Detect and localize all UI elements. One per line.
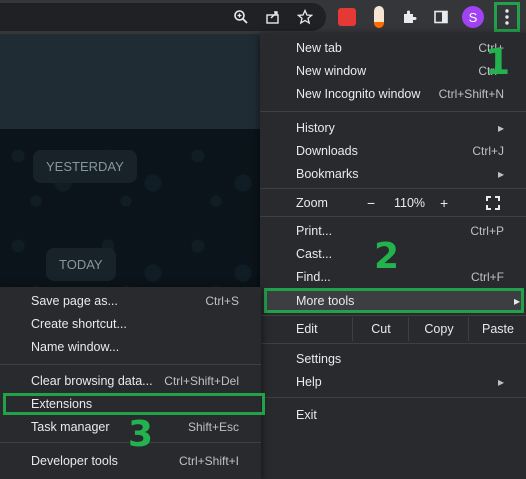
date-divider-today: TODAY <box>46 248 116 281</box>
menu-separator <box>260 111 526 112</box>
menu-label: Clear browsing data... <box>31 373 153 388</box>
zoom-out-button[interactable]: − <box>367 195 375 211</box>
button-label: Paste <box>482 322 514 336</box>
zoom-in-button[interactable]: + <box>440 195 448 211</box>
profile-avatar[interactable]: S <box>462 6 484 28</box>
menu-separator <box>0 364 261 365</box>
menu-more-tools[interactable]: More tools ▸ <box>260 289 526 312</box>
chrome-menu-button[interactable] <box>494 2 520 32</box>
zoom-label: Zoom <box>296 196 328 210</box>
paste-button[interactable]: Paste <box>468 317 526 341</box>
side-panel-icon[interactable] <box>430 6 452 28</box>
menu-label: Save page as... <box>31 293 118 308</box>
shortcut-label: Ctrl+F <box>471 269 504 284</box>
submenu-clear-browsing-data[interactable]: Clear browsing data... Ctrl+Shift+Del <box>0 369 261 392</box>
shortcut-label: Ctrl+P <box>470 223 504 238</box>
shortcut-label: Ctrl+Shift+I <box>178 453 239 468</box>
edit-label: Edit <box>296 322 318 336</box>
menu-edit-row: Edit Cut Copy Paste <box>260 317 526 341</box>
menu-zoom-row: Zoom − 110% + <box>260 191 526 215</box>
shortcut-label: Ctrl+Shift+N <box>438 86 504 101</box>
menu-label: More tools <box>296 293 355 308</box>
menu-label: New window <box>296 63 367 78</box>
menu-bookmarks[interactable]: Bookmarks ▸ <box>260 162 526 185</box>
step-number-3: 3 <box>128 414 154 455</box>
date-divider-yesterday: YESTERDAY <box>33 150 137 183</box>
menu-label: Create shortcut... <box>31 316 127 331</box>
menu-label: Exit <box>296 407 317 422</box>
menu-label: Help <box>296 374 322 389</box>
menu-label: Name window... <box>31 339 120 354</box>
shortcut-label: Ctrl+S <box>205 293 239 308</box>
menu-label: Extensions <box>31 396 93 411</box>
zoom-level: 110% <box>394 196 426 210</box>
menu-label: Settings <box>296 351 342 366</box>
submenu-arrow-icon: ▸ <box>497 120 504 135</box>
bookmark-star-icon[interactable] <box>294 6 316 28</box>
submenu-extensions[interactable]: Extensions <box>0 392 261 415</box>
menu-label: Bookmarks <box>296 166 359 181</box>
browser-toolbar: S <box>0 0 526 35</box>
fullscreen-icon[interactable] <box>486 196 500 213</box>
shortcut-label: Ctrl+Shift+Del <box>164 373 239 388</box>
shortcut-label: Ctrl+J <box>472 143 504 158</box>
menu-help[interactable]: Help ▸ <box>260 370 526 393</box>
menu-exit[interactable]: Exit <box>260 403 526 426</box>
zoom-icon[interactable] <box>230 6 252 28</box>
menu-history[interactable]: History ▸ <box>260 116 526 139</box>
menu-separator <box>260 188 526 189</box>
menu-new-incognito[interactable]: New Incognito window Ctrl+Shift+N <box>260 82 526 105</box>
cut-button[interactable]: Cut <box>352 317 409 341</box>
menu-label: History <box>296 120 335 135</box>
button-label: Cut <box>371 322 391 336</box>
menu-separator <box>260 216 526 217</box>
menu-label: Print... <box>296 223 333 238</box>
extensions-puzzle-icon[interactable] <box>398 6 420 28</box>
menu-label: New Incognito window <box>296 86 421 101</box>
submenu-arrow-icon: ▸ <box>513 293 520 308</box>
menu-settings[interactable]: Settings <box>260 347 526 370</box>
kebab-icon <box>505 9 509 25</box>
extension-pill-icon[interactable] <box>368 6 390 28</box>
extension-red-icon[interactable] <box>336 6 358 28</box>
submenu-arrow-icon: ▸ <box>497 166 504 181</box>
submenu-create-shortcut[interactable]: Create shortcut... <box>0 312 261 335</box>
share-icon[interactable] <box>262 6 284 28</box>
menu-label: Developer tools <box>31 453 118 468</box>
copy-button[interactable]: Copy <box>408 317 469 341</box>
submenu-arrow-icon: ▸ <box>497 374 504 389</box>
step-number-1: 1 <box>485 42 511 83</box>
menu-label: Find... <box>296 269 331 284</box>
button-label: Copy <box>424 322 454 336</box>
menu-separator <box>260 315 526 316</box>
menu-label: Cast... <box>296 246 333 261</box>
menu-label: New tab <box>296 40 342 55</box>
menu-separator <box>260 397 526 398</box>
submenu-name-window[interactable]: Name window... <box>0 335 261 358</box>
submenu-save-page[interactable]: Save page as... Ctrl+S <box>0 289 261 312</box>
step-number-2: 2 <box>374 236 400 277</box>
shortcut-label: Shift+Esc <box>187 419 239 434</box>
menu-label: Task manager <box>31 419 110 434</box>
menu-downloads[interactable]: Downloads Ctrl+J <box>260 139 526 162</box>
menu-label: Downloads <box>296 143 358 158</box>
menu-separator <box>260 343 526 344</box>
